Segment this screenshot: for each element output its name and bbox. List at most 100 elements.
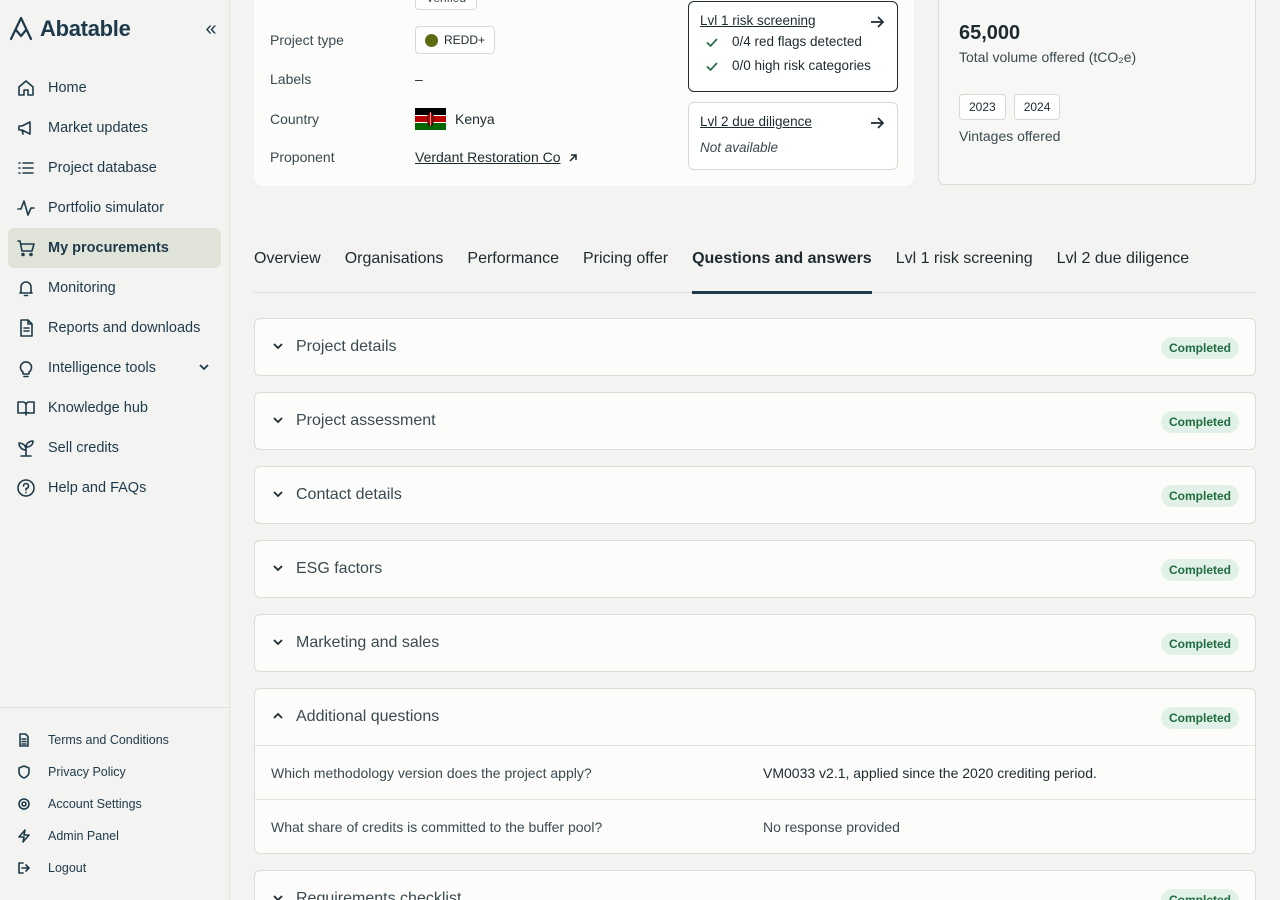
accordion-title: Contact details: [296, 486, 402, 503]
sidebar-item-label: Market updates: [48, 120, 148, 136]
vintages-list: 2023 2024: [959, 94, 1061, 120]
sidebar-item-project-database[interactable]: Project database: [8, 148, 221, 188]
tab-questions-and-answers[interactable]: Questions and answers: [692, 240, 872, 294]
due-diligence-link[interactable]: Lvl 2 due diligence: [700, 114, 812, 129]
abatable-logo-icon: [8, 16, 34, 42]
sidebar-item-intelligence-tools[interactable]: Intelligence tools: [8, 348, 221, 388]
qa-question: What share of credits is committed to th…: [271, 818, 603, 835]
sidebar-item-sell-credits[interactable]: Sell credits: [8, 428, 221, 468]
status-badge: Completed: [1160, 337, 1239, 359]
external-link-icon[interactable]: [567, 151, 579, 163]
sidebar-item-portfolio-simulator[interactable]: Portfolio simulator: [8, 188, 221, 228]
accordion-header[interactable]: Project details Completed: [255, 319, 1255, 375]
project-type-row: Project type REDD+: [270, 26, 496, 54]
sidebar-item-label: Help and FAQs: [48, 480, 147, 496]
accordion-header[interactable]: Marketing and sales Completed: [255, 615, 1255, 671]
sidebar-item-label: Knowledge hub: [48, 400, 148, 416]
collapse-sidebar-button[interactable]: «: [200, 19, 222, 41]
bell-icon: [16, 278, 36, 298]
section-contact-details: Contact details Completed: [254, 466, 1256, 524]
footer-item-privacy[interactable]: Privacy Policy: [8, 756, 221, 788]
qa-row: Which methodology version does the proje…: [255, 745, 1255, 799]
accordion-header[interactable]: ESG factors Completed: [255, 541, 1255, 597]
chevron-down-icon: [271, 487, 287, 503]
brand[interactable]: Abatable: [8, 16, 131, 42]
megaphone-icon: [16, 118, 36, 138]
footer-item-label: Admin Panel: [48, 829, 119, 843]
risk-screening-card[interactable]: Lvl 1 risk screening 0/4 red flags detec…: [688, 1, 898, 92]
sidebar-item-label: My procurements: [48, 240, 169, 256]
labels-row: Labels –: [270, 71, 423, 87]
accordion-header[interactable]: Contact details Completed: [255, 467, 1255, 523]
tab-performance[interactable]: Performance: [467, 240, 559, 293]
sidebar-item-market-updates[interactable]: Market updates: [8, 108, 221, 148]
section-project-assessment: Project assessment Completed: [254, 392, 1256, 450]
section-requirements-checklist: Requirements checklist Completed: [254, 870, 1256, 900]
sidebar-item-label: Sell credits: [48, 440, 119, 456]
section-project-details: Project details Completed: [254, 318, 1256, 376]
document-icon: [16, 318, 36, 338]
sidebar-item-label: Monitoring: [48, 280, 116, 296]
verified-chip: Verified: [415, 0, 478, 10]
section-additional-questions: Additional questions Completed Which met…: [254, 688, 1256, 854]
accordion-header[interactable]: Requirements checklist Completed: [255, 871, 1255, 900]
vintages-label: Vintages offered: [959, 128, 1061, 144]
accordion-title: ESG factors: [296, 560, 383, 577]
due-diligence-card[interactable]: Lvl 2 due diligence Not available: [688, 102, 898, 170]
country-value: Kenya: [455, 111, 495, 127]
footer-nav: Terms and Conditions Privacy Policy Acco…: [8, 724, 221, 884]
sidebar-item-help-and-faqs[interactable]: Help and FAQs: [8, 468, 221, 508]
project-type-dot-icon: [425, 33, 438, 47]
tab-lvl1-risk-screening[interactable]: Lvl 1 risk screening: [896, 240, 1033, 293]
status-badge: Completed: [1160, 889, 1239, 900]
arrow-right-icon[interactable]: [868, 13, 886, 31]
kenya-flag-icon: [415, 108, 446, 130]
risk-screening-link[interactable]: Lvl 1 risk screening: [700, 13, 816, 28]
accordion-title: Project details: [296, 338, 397, 355]
qa-answer: VM0033 v2.1, applied since the 2020 cred…: [763, 764, 1097, 781]
tab-overview[interactable]: Overview: [254, 240, 321, 293]
chevron-down-icon[interactable]: [197, 360, 211, 374]
status-badge: Completed: [1160, 485, 1239, 507]
brand-name: Abatable: [40, 16, 131, 41]
sidebar-item-monitoring[interactable]: Monitoring: [8, 268, 221, 308]
footer-item-label: Account Settings: [48, 797, 142, 811]
help-icon: [16, 478, 36, 498]
tab-pricing-offer[interactable]: Pricing offer: [583, 240, 668, 293]
status-badge: Completed: [1160, 633, 1239, 655]
sidebar-item-label: Home: [48, 80, 87, 96]
project-type-value: REDD+: [444, 33, 486, 47]
file-icon: [16, 732, 32, 748]
lightbulb-icon: [16, 358, 36, 378]
bolt-icon: [16, 828, 32, 844]
sidebar-item-label: Portfolio simulator: [48, 200, 165, 216]
sidebar-item-my-procurements[interactable]: My procurements: [8, 228, 221, 268]
status-badge: Completed: [1160, 559, 1239, 581]
proponent-link[interactable]: Verdant Restoration Co: [415, 149, 561, 165]
due-diligence-status: Not available: [700, 140, 779, 155]
footer-item-label: Privacy Policy: [48, 765, 126, 779]
activity-icon: [16, 198, 36, 218]
qa-question: Which methodology version does the proje…: [271, 764, 592, 781]
arrow-right-icon[interactable]: [868, 114, 886, 132]
project-type-chip: REDD+: [415, 26, 496, 54]
footer-item-account-settings[interactable]: Account Settings: [8, 788, 221, 820]
sidebar-item-home[interactable]: Home: [8, 68, 221, 108]
sidebar-item-knowledge-hub[interactable]: Knowledge hub: [8, 388, 221, 428]
accordion-header[interactable]: Additional questions Completed: [255, 689, 1255, 745]
accordion-header[interactable]: Project assessment Completed: [255, 393, 1255, 449]
tab-lvl2-due-diligence[interactable]: Lvl 2 due diligence: [1057, 240, 1190, 293]
sidebar-item-reports-and-downloads[interactable]: Reports and downloads: [8, 308, 221, 348]
footer-item-terms[interactable]: Terms and Conditions: [8, 724, 221, 756]
country-row: Country Kenya: [270, 108, 495, 130]
footer-item-admin-panel[interactable]: Admin Panel: [8, 820, 221, 852]
total-volume-label: Total volume offered (tCO₂e): [959, 49, 1137, 65]
high-risk-text: 0/0 high risk categories: [732, 58, 871, 73]
status-badge: Completed: [1160, 707, 1239, 729]
sidebar-divider: [0, 707, 229, 708]
footer-item-logout[interactable]: Logout: [8, 852, 221, 884]
book-icon: [16, 398, 36, 418]
accordion-title: Marketing and sales: [296, 634, 440, 651]
tab-organisations[interactable]: Organisations: [345, 240, 444, 293]
chevron-down-icon: [271, 891, 287, 900]
